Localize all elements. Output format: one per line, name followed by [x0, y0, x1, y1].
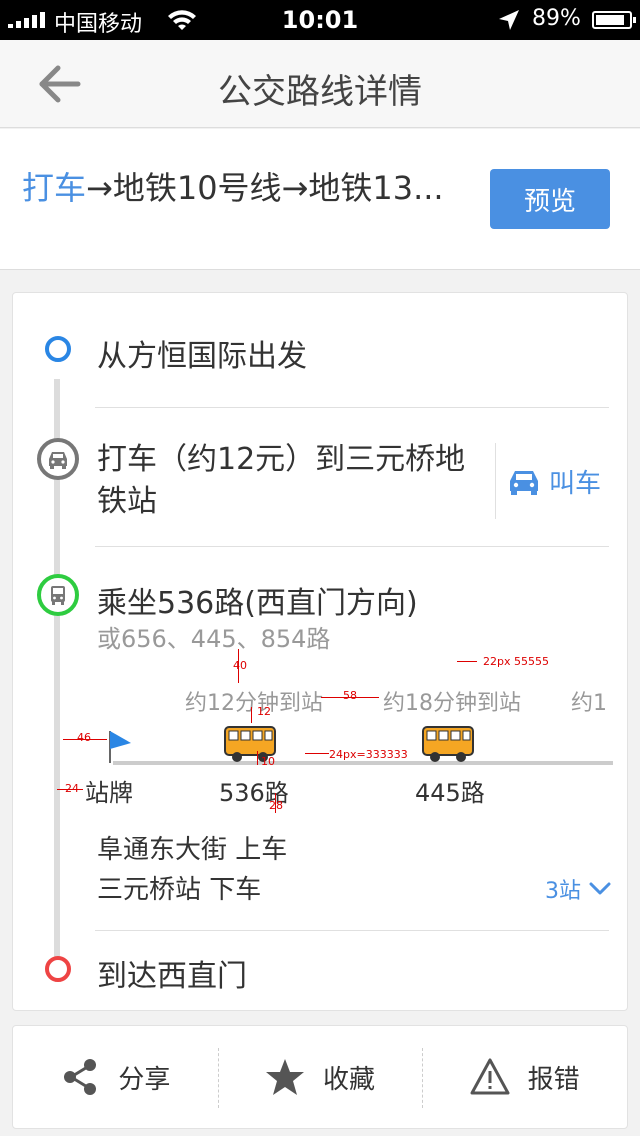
share-label: 分享	[118, 1064, 171, 1095]
bus-arrival-diagram: 约12分钟到站 约18分钟到站 约1 站牌 536路 445路 40 12 58…	[13, 643, 627, 813]
bus-label: 445路	[415, 779, 485, 807]
favorite-button[interactable]: 收藏	[217, 1026, 423, 1128]
call-taxi-label: 叫车	[549, 469, 602, 499]
stop-sign-label: 站牌	[85, 779, 133, 807]
action-bar: 分享 收藏 报错	[12, 1025, 628, 1129]
share-button[interactable]: 分享	[13, 1026, 218, 1128]
annotation-label: 24	[65, 782, 79, 795]
divider	[495, 443, 496, 519]
annotation-label: 28	[269, 799, 283, 812]
annotation-line	[305, 753, 329, 754]
annotation-label: 40	[233, 659, 247, 672]
report-label: 报错	[527, 1064, 580, 1095]
status-bar: 中国移动 10:01 89%	[0, 0, 640, 40]
favorite-label: 收藏	[323, 1064, 376, 1095]
divider	[95, 546, 609, 547]
stop-flag-icon	[109, 731, 131, 763]
route-summary-rest: →地铁10号线→地铁13...	[86, 169, 444, 207]
annotation-label: 10	[261, 755, 275, 768]
end-text: 到达西直门	[97, 959, 247, 994]
nav-bar: 公交路线详情	[0, 40, 640, 128]
stops-expand-button[interactable]: 3站	[545, 873, 611, 905]
route-summary: 打车→地铁10号线→地铁13...	[22, 163, 472, 209]
battery-icon	[592, 11, 636, 29]
taxi-icon	[37, 438, 79, 480]
annotation-line	[257, 751, 258, 765]
annotation-label: 24px=333333	[329, 748, 408, 761]
share-icon	[64, 1059, 97, 1095]
location-arrow-icon	[497, 8, 521, 38]
start-dot-icon	[45, 336, 71, 362]
start-text: 从方恒国际出发	[97, 339, 307, 374]
bus-icon	[37, 574, 79, 616]
warning-icon	[470, 1058, 510, 1095]
annotation-label: 12	[257, 705, 271, 718]
alight-stop: 三元桥站 下车	[97, 875, 262, 905]
bus-445-icon	[422, 726, 474, 762]
battery-percent: 89%	[532, 6, 581, 31]
route-header: 打车→地铁10号线→地铁13... 预览	[0, 129, 640, 270]
annotation-line	[251, 707, 252, 723]
divider	[95, 407, 609, 408]
report-button[interactable]: 报错	[422, 1026, 627, 1128]
annotation-label: 46	[77, 731, 91, 744]
route-steps-card: 从方恒国际出发 打车（约12元）到三元桥地铁站 叫车 乘坐536路(西直门方向)…	[12, 292, 628, 1011]
call-taxi-button[interactable]: 叫车	[507, 463, 601, 500]
bus-step-title: 乘坐536路(西直门方向)	[97, 586, 418, 621]
page-title: 公交路线详情	[218, 72, 422, 112]
car-icon	[510, 470, 538, 495]
end-dot-icon	[45, 956, 71, 982]
board-stop: 阜通东大街 上车	[97, 835, 288, 865]
annotation-label: 22px 55555	[483, 655, 549, 668]
eta-label: 约1	[571, 691, 607, 716]
annotation-label: 58	[343, 689, 357, 702]
annotation-line	[457, 661, 477, 662]
star-icon	[266, 1059, 304, 1095]
road-line	[113, 761, 613, 765]
stops-count: 3站	[545, 879, 581, 904]
taxi-step-text: 打车（约12元）到三元桥地铁站	[97, 442, 466, 519]
chevron-down-icon	[589, 882, 611, 895]
eta-label: 约18分钟到站	[383, 691, 521, 716]
route-summary-taxi: 打车	[22, 169, 87, 207]
divider	[95, 930, 609, 931]
preview-button[interactable]: 预览	[490, 169, 610, 229]
eta-label: 约12分钟到站	[185, 691, 323, 716]
